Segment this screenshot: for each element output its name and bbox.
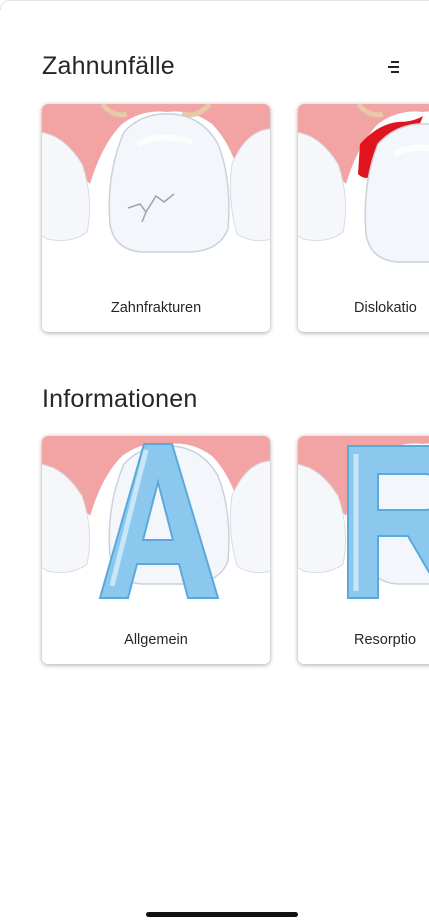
card-label: Zahnfrakturen bbox=[110, 300, 202, 316]
card-label: Dislokatio bbox=[354, 300, 417, 316]
card-zahnfrakturen[interactable]: Zahnfrakturen bbox=[42, 104, 270, 332]
screen: Zahnunfälle Zahnfrakturen Dislokatio Inf… bbox=[0, 0, 429, 921]
section-title-informationen: Informationen bbox=[42, 385, 198, 413]
section-title-zahnunfaelle: Zahnunfälle bbox=[42, 52, 175, 80]
window-edge bbox=[0, 0, 429, 10]
letter-r-image bbox=[298, 436, 429, 604]
sort-button[interactable] bbox=[382, 56, 408, 78]
card-dislokation[interactable]: Dislokatio bbox=[298, 104, 429, 332]
dislocated-tooth-image bbox=[298, 104, 429, 272]
card-resorption[interactable]: Resorptio bbox=[298, 436, 429, 664]
card-allgemein[interactable]: Allgemein bbox=[42, 436, 270, 664]
home-indicator[interactable] bbox=[146, 912, 298, 917]
letter-a-image bbox=[42, 436, 270, 604]
card-label: Resorptio bbox=[354, 632, 417, 648]
sort-icon bbox=[388, 61, 399, 73]
card-label: Allgemein bbox=[124, 632, 188, 648]
fractured-tooth-image bbox=[42, 104, 270, 272]
